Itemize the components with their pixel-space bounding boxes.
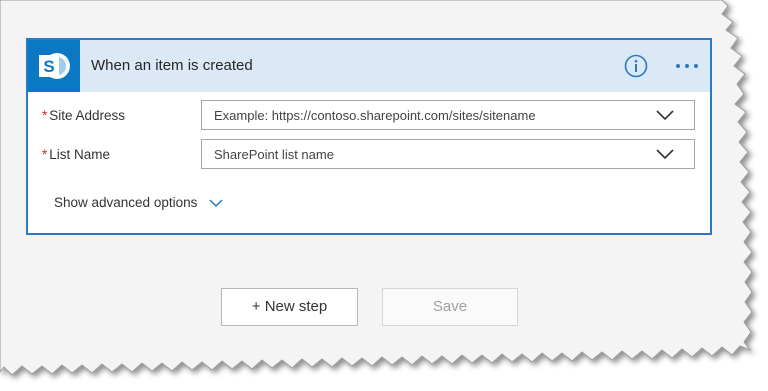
list-name-placeholder: SharePoint list name [214, 147, 334, 162]
chevron-down-icon[interactable] [656, 110, 674, 121]
required-marker: * [42, 108, 48, 123]
chevron-down-icon[interactable] [656, 149, 674, 160]
more-options-icon[interactable] [674, 58, 700, 74]
list-name-dropdown[interactable]: SharePoint list name [201, 139, 695, 169]
list-name-label: * List Name [42, 147, 110, 162]
show-advanced-options-toggle[interactable]: Show advanced options [54, 195, 223, 210]
trigger-card: S When an item is created * Site Address … [26, 38, 712, 235]
show-advanced-options-label: Show advanced options [54, 195, 198, 210]
trigger-title: When an item is created [91, 57, 253, 74]
list-name-label-text: List Name [49, 147, 111, 162]
chevron-down-icon [209, 199, 223, 208]
svg-text:S: S [43, 57, 54, 76]
site-address-label-text: Site Address [49, 108, 126, 123]
new-step-button[interactable]: + New step [221, 288, 358, 326]
site-address-placeholder: Example: https://contoso.sharepoint.com/… [214, 108, 536, 123]
sharepoint-icon: S [28, 40, 80, 92]
site-address-label: * Site Address [42, 108, 125, 123]
flow-designer-canvas: S When an item is created * Site Address … [0, 0, 768, 391]
trigger-card-header[interactable]: S When an item is created [28, 40, 710, 92]
site-address-dropdown[interactable]: Example: https://contoso.sharepoint.com/… [201, 100, 695, 130]
required-marker: * [42, 147, 48, 162]
info-icon[interactable] [624, 54, 648, 78]
save-button[interactable]: Save [382, 288, 518, 326]
